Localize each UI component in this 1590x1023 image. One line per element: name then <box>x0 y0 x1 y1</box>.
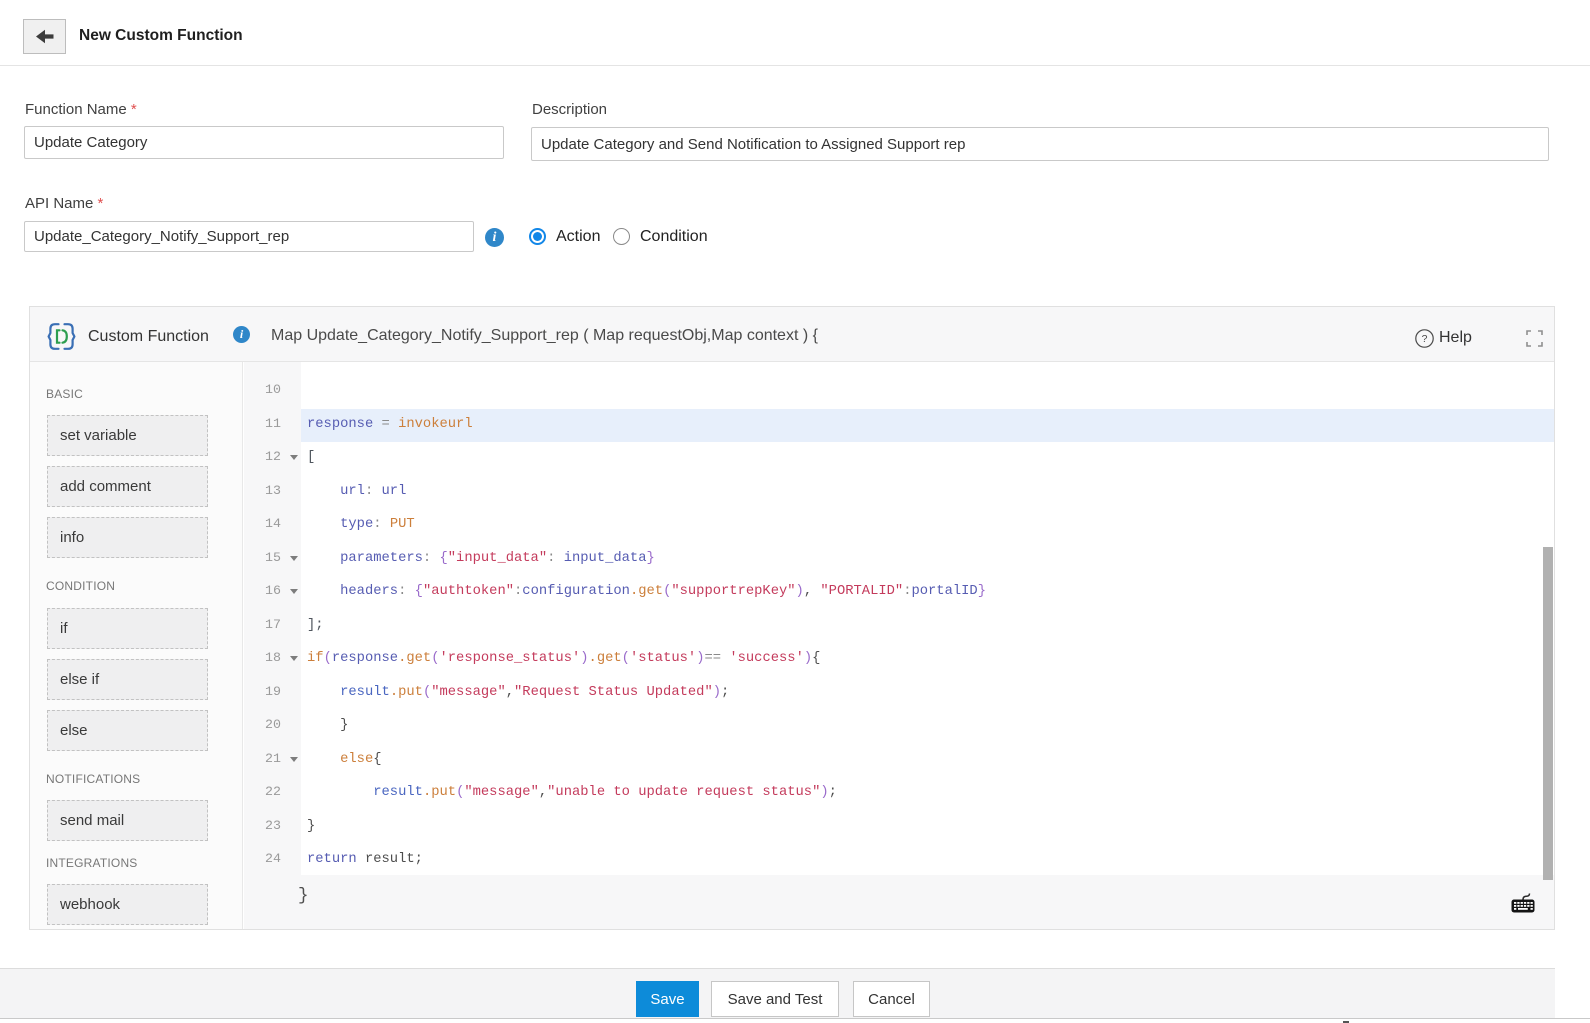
svg-text:?: ? <box>1422 333 1428 345</box>
